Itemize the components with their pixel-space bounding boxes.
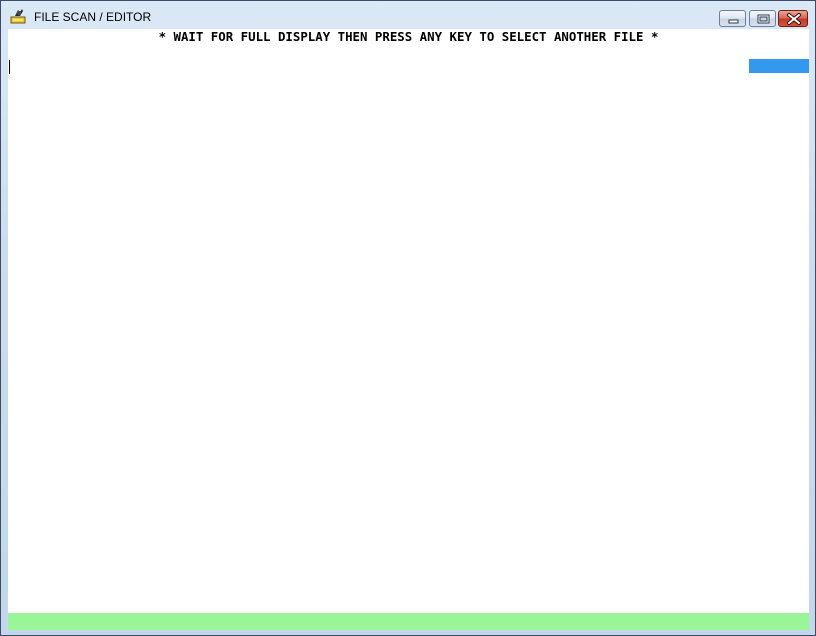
status-bar bbox=[8, 613, 809, 630]
application-window: FILE SCAN / EDITOR * WAIT FOR FULL DISPL… bbox=[0, 0, 816, 636]
text-cursor bbox=[9, 60, 10, 74]
minimize-button[interactable] bbox=[719, 10, 746, 27]
console-area[interactable]: * WAIT FOR FULL DISPLAY THEN PRESS ANY K… bbox=[8, 29, 809, 630]
dos-app-icon[interactable] bbox=[10, 8, 27, 25]
instruction-banner: * WAIT FOR FULL DISPLAY THEN PRESS ANY K… bbox=[158, 29, 659, 44]
close-button[interactable] bbox=[778, 10, 808, 27]
maximize-button[interactable] bbox=[749, 10, 776, 27]
close-icon bbox=[787, 13, 801, 25]
window-title: FILE SCAN / EDITOR bbox=[34, 10, 152, 24]
title-bar[interactable]: FILE SCAN / EDITOR bbox=[1, 1, 815, 29]
restore-icon bbox=[757, 14, 770, 24]
minimize-icon bbox=[728, 19, 739, 24]
highlight-marker bbox=[749, 59, 809, 73]
